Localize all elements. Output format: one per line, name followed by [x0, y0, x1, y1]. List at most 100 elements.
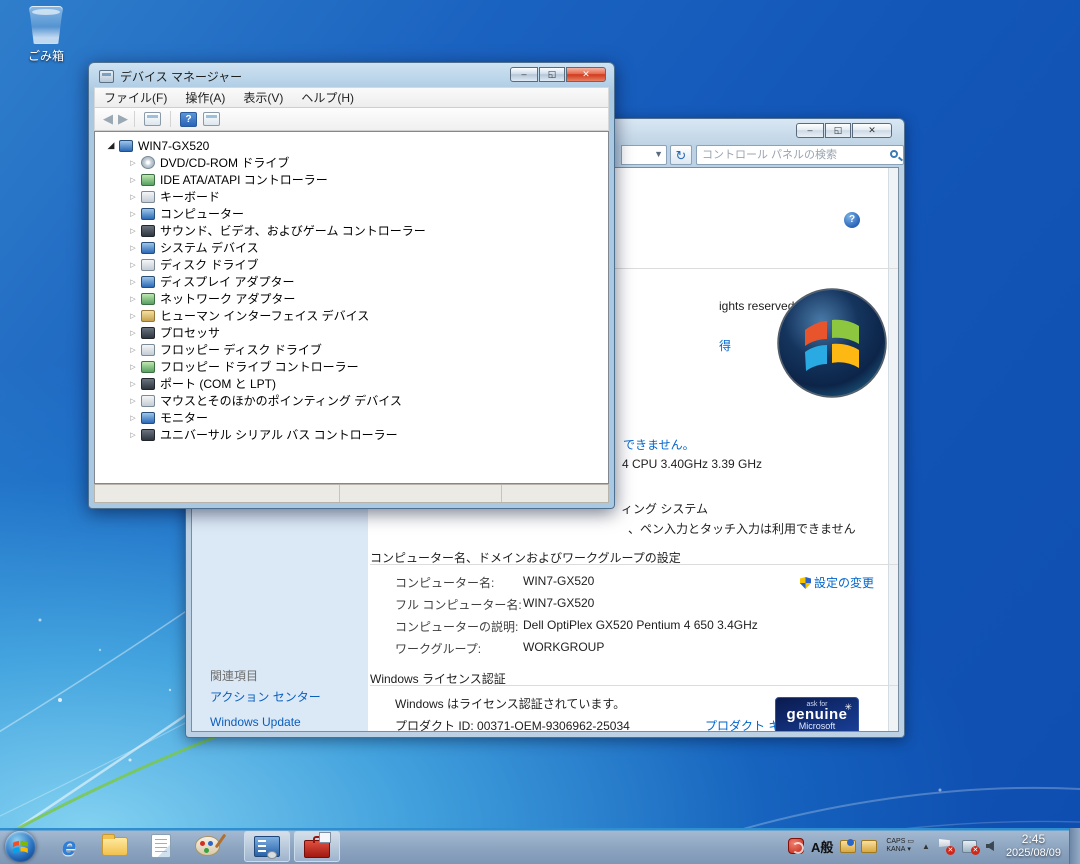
scan-hardware-icon[interactable]	[203, 112, 220, 126]
menu-ファイル[interactable]: ファイル(F)	[95, 89, 176, 106]
taskbar-notepad[interactable]	[144, 831, 178, 861]
tree-item[interactable]: ▷ フロッピー ドライブ コントローラー	[105, 358, 608, 375]
search-input[interactable]	[702, 147, 880, 163]
address-field[interactable]: ▼	[621, 145, 667, 165]
network-status-icon[interactable]	[962, 840, 977, 853]
edition-link-fragment[interactable]: 得	[719, 337, 731, 354]
help-icon[interactable]: ?	[844, 212, 860, 228]
computer-icon	[119, 140, 133, 152]
taskbar-device-manager-running[interactable]	[244, 831, 290, 862]
maximize-button[interactable]: ◱	[825, 123, 851, 138]
sidebar-link[interactable]: アクション センター	[210, 689, 362, 705]
expander-collapsed-icon[interactable]: ▷	[127, 414, 139, 422]
tree-item[interactable]: ▷システム デバイス	[105, 239, 608, 256]
tree-item[interactable]: ▷プロセッサ	[105, 324, 608, 341]
security-app-icon[interactable]	[788, 838, 804, 854]
expander-collapsed-icon[interactable]: ▷	[127, 159, 139, 167]
action-center-icon[interactable]	[939, 839, 952, 853]
volume-icon[interactable]	[986, 841, 994, 851]
tree-item[interactable]: ▷DVD/CD-ROM ドライブ	[105, 154, 608, 171]
tree-item[interactable]: ▷マウスとそのほかのポインティング デバイス	[105, 392, 608, 409]
expander-collapsed-icon[interactable]: ▷	[127, 397, 139, 405]
expander-collapsed-icon[interactable]: ▷	[127, 176, 139, 184]
tree-root-computer[interactable]: ◢ WIN7-GX520	[105, 137, 608, 154]
info-row-label: コンピューターの説明:	[395, 618, 518, 635]
maximize-button[interactable]: ◱	[539, 67, 565, 82]
tree-item[interactable]: ▷ モニター	[105, 409, 608, 426]
info-row-value: Dell OptiPlex GX520 Pentium 4 650 3.4GHz	[523, 618, 758, 632]
expander-collapsed-icon[interactable]: ▷	[127, 261, 139, 269]
expander-collapsed-icon[interactable]: ▷	[127, 346, 139, 354]
change-settings-link[interactable]: 設定の変更	[800, 574, 874, 591]
expander-collapsed-icon[interactable]: ▷	[127, 380, 139, 388]
help-icon[interactable]: ?	[180, 112, 197, 127]
close-button[interactable]: ✕	[566, 67, 606, 82]
search-box[interactable]	[696, 145, 904, 165]
tree-item[interactable]: ▷ヒューマン インターフェイス デバイス	[105, 307, 608, 324]
sidebar-link[interactable]: Windows Update	[210, 714, 362, 730]
back-icon[interactable]: ◀	[103, 111, 113, 127]
show-hidden-icons-button[interactable]: ▲	[922, 842, 930, 851]
product-id: プロダクト ID: 00371-OEM-9306962-25034	[395, 717, 630, 732]
ime-caps-kana-indicator[interactable]: CAPS▭ KANA▾	[886, 838, 914, 854]
refresh-button[interactable]: ↻	[670, 145, 692, 165]
forward-icon[interactable]: ▶	[118, 111, 128, 127]
tree-item[interactable]: ▷ディスプレイ アダプター	[105, 273, 608, 290]
minimize-button[interactable]: –	[510, 67, 538, 82]
tree-item-label: モニター	[160, 409, 208, 426]
expander-collapsed-icon[interactable]: ▷	[127, 227, 139, 235]
tree-item[interactable]: ▷ネットワーク アダプター	[105, 290, 608, 307]
expander-collapsed-icon[interactable]: ▷	[127, 431, 139, 439]
folder-icon	[102, 837, 128, 856]
sidebar-links: アクション センターWindows Updateパフォーマンスの情報とツール	[210, 689, 362, 732]
recycle-bin[interactable]: ごみ箱	[14, 6, 78, 64]
ime-tool-icon[interactable]	[840, 840, 856, 853]
close-button[interactable]: ✕	[852, 123, 892, 138]
expander-expanded-icon[interactable]: ◢	[105, 140, 117, 151]
search-icon[interactable]	[890, 150, 898, 158]
start-button[interactable]	[5, 831, 36, 862]
tree-item[interactable]: ▷コンピューター	[105, 205, 608, 222]
tree-item[interactable]: ▷サウンド、ビデオ、およびゲーム コントローラー	[105, 222, 608, 239]
taskbar-explorer[interactable]	[98, 831, 132, 861]
expander-collapsed-icon[interactable]: ▷	[127, 363, 139, 371]
expander-collapsed-icon[interactable]: ▷	[127, 329, 139, 337]
windows-logo	[775, 286, 889, 400]
menu-ヘルプ[interactable]: ヘルプ(H)	[292, 89, 363, 106]
usb-controller-icon	[141, 429, 155, 441]
tree-item[interactable]: ▷ユニバーサル シリアル バス コントローラー	[105, 426, 608, 443]
tree-item-label: フロッピー ドライブ コントローラー	[160, 358, 359, 375]
taskbar-system-window-running[interactable]	[294, 831, 340, 862]
system-window-caption-buttons: – ◱ ✕	[795, 123, 892, 138]
minimize-button[interactable]: –	[796, 123, 824, 138]
scrollbar[interactable]	[888, 168, 898, 731]
related-items-header: 関連項目	[210, 667, 258, 684]
device-tree-panel[interactable]: ◢ WIN7-GX520▷DVD/CD-ROM ドライブ▷IDE ATA/ATAP…	[94, 131, 609, 484]
expander-collapsed-icon[interactable]: ▷	[127, 193, 139, 201]
status-bar	[94, 484, 609, 503]
tree-root-label: WIN7-GX520	[138, 139, 209, 153]
show-properties-icon[interactable]	[144, 112, 161, 126]
taskbar-paint[interactable]	[190, 831, 224, 861]
rating-link-fragment[interactable]: できません。	[623, 436, 695, 453]
show-desktop-button[interactable]	[1069, 828, 1080, 864]
tree-item[interactable]: ▷フロッピー ディスク ドライブ	[105, 341, 608, 358]
expander-collapsed-icon[interactable]: ▷	[127, 312, 139, 320]
menu-表示[interactable]: 表示(V)	[234, 89, 292, 106]
tree-item[interactable]: ▷ポート (COM と LPT)	[105, 375, 608, 392]
expander-collapsed-icon[interactable]: ▷	[127, 278, 139, 286]
tree-item[interactable]: ▷キーボード	[105, 188, 608, 205]
ime-brush-icon[interactable]	[861, 840, 877, 853]
chevron-down-icon: ▾	[907, 846, 911, 854]
tree-item[interactable]: ▷ディスク ドライブ	[105, 256, 608, 273]
expander-collapsed-icon[interactable]: ▷	[127, 210, 139, 218]
tree-item[interactable]: ▷IDE ATA/ATAPI コントローラー	[105, 171, 608, 188]
taskbar-clock[interactable]: 2:45 2025/08/09	[1006, 832, 1061, 860]
expander-collapsed-icon[interactable]: ▷	[127, 244, 139, 252]
device-manager-window[interactable]: デバイス マネージャー – ◱ ✕ ファイル(F)操作(A)表示(V)ヘルプ(H…	[88, 62, 615, 509]
ime-mode-indicator[interactable]: A般	[811, 837, 833, 856]
menu-操作[interactable]: 操作(A)	[176, 89, 234, 106]
chevron-down-icon[interactable]: ▼	[654, 149, 663, 159]
expander-collapsed-icon[interactable]: ▷	[127, 295, 139, 303]
taskbar-internet-explorer[interactable]: e	[52, 831, 86, 861]
